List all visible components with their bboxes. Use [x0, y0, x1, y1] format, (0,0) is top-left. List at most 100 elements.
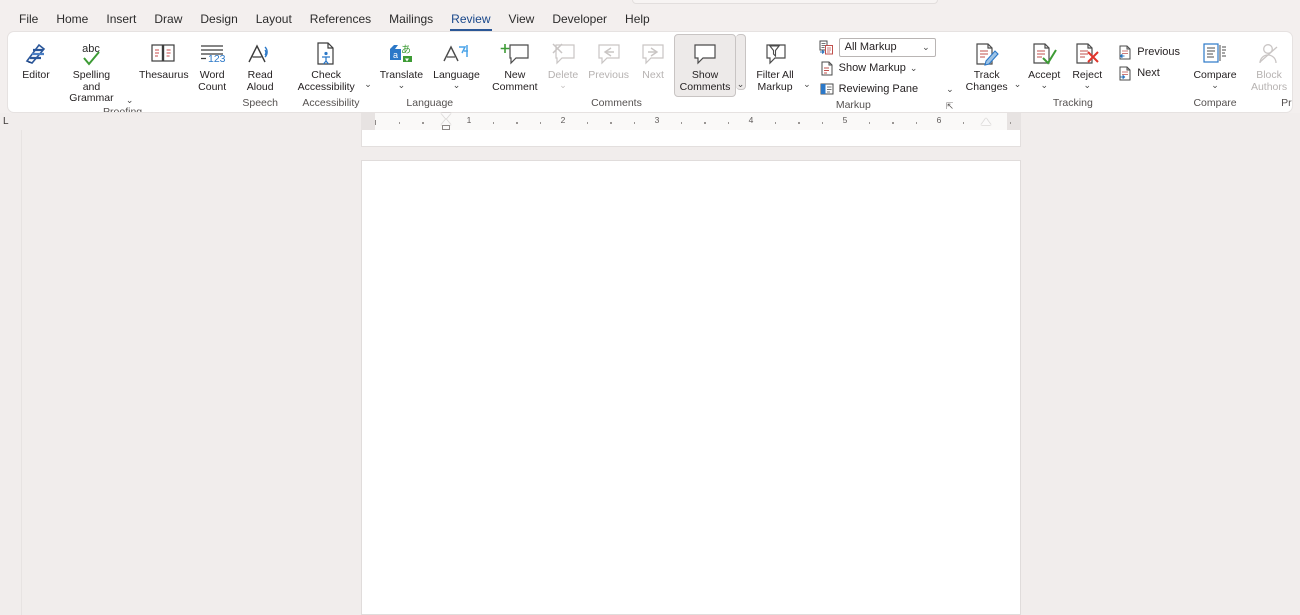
compare-button[interactable]: Compare ⌄	[1187, 36, 1243, 91]
show-comments-label: Show Comments	[679, 69, 731, 93]
ribbon-tab-bar: File Home Insert Draw Design Layout Refe…	[0, 8, 1300, 32]
chevron-down-icon[interactable]: ⌄	[922, 42, 935, 53]
document-canvas	[0, 130, 1300, 615]
ruler-tick	[586, 122, 588, 124]
word-count-icon: 123	[198, 39, 226, 69]
group-label-accessibility: Accessibility	[302, 97, 360, 109]
book-icon	[150, 39, 177, 69]
ruler-tick	[492, 122, 494, 124]
new-comment-button[interactable]: New Comment	[487, 36, 543, 94]
ruler-number: 1	[466, 115, 472, 125]
tab-review[interactable]: Review	[442, 10, 499, 31]
spelling-and-grammar-label: Spelling and Grammar	[69, 69, 114, 104]
tab-insert[interactable]: Insert	[97, 10, 145, 30]
reviewing-pane-button[interactable]: Reviewing Pane ⌄	[814, 79, 959, 99]
accept-button[interactable]: Accept ⌄	[1022, 36, 1066, 91]
thesaurus-button[interactable]: Thesaurus	[134, 36, 193, 83]
show-comments-caret[interactable]: ⌄	[736, 34, 747, 90]
document-page[interactable]	[361, 160, 1021, 615]
word-count-button[interactable]: 123 Word Count	[193, 36, 231, 94]
editor-label: Editor	[22, 69, 50, 81]
language-button[interactable]: Language ⌄	[428, 36, 485, 91]
language-caret[interactable]: ⌄	[453, 80, 461, 90]
ruler-tick	[375, 120, 376, 125]
track-changes-button[interactable]: Track Changes	[961, 36, 1013, 94]
ruler-tick	[774, 122, 776, 124]
next-change-icon	[1117, 65, 1133, 81]
tab-developer[interactable]: Developer	[543, 10, 616, 30]
show-markup-button[interactable]: Show Markup ⌄	[814, 58, 959, 78]
search-box-cutoff[interactable]	[632, 0, 938, 4]
language-icon	[442, 39, 470, 69]
tab-stop-selector[interactable]: L	[3, 116, 9, 127]
tab-draw[interactable]: Draw	[145, 10, 191, 30]
track-changes-label: Track Changes	[965, 69, 1008, 93]
show-comments-icon	[691, 39, 719, 69]
group-label-proofing: Proofing	[103, 105, 143, 113]
group-label-protect: Protect	[1281, 97, 1292, 109]
spelling-and-grammar-button[interactable]: abc Spelling and Grammar	[58, 36, 125, 106]
thesaurus-label: Thesaurus	[138, 69, 189, 81]
delete-comment-icon	[549, 39, 577, 69]
reject-button[interactable]: Reject ⌄	[1066, 36, 1108, 91]
block-authors-label: Block Authors	[1250, 69, 1288, 93]
track-changes-icon	[973, 39, 1001, 69]
horizontal-ruler[interactable]: 1 2 3 4 5 6	[361, 113, 1021, 130]
check-accessibility-caret[interactable]: ⌄	[363, 36, 373, 90]
filter-all-markup-caret[interactable]: ⌄	[802, 36, 812, 90]
reject-icon	[1073, 39, 1101, 69]
check-accessibility-label: Check Accessibility	[297, 69, 355, 93]
tab-references[interactable]: References	[301, 10, 380, 30]
show-markup-label: Show Markup	[838, 62, 906, 74]
window-chrome-strip	[0, 0, 1300, 8]
ribbon-group-protect: Block Authors ⌄ Restrict Editing Protect	[1244, 32, 1292, 112]
show-comments-button[interactable]: Show Comments	[674, 34, 737, 97]
display-for-review-combo[interactable]: All Markup ⌄	[838, 37, 936, 57]
previous-change-label: Previous	[1137, 46, 1181, 58]
ruler-left-margin-zone	[361, 113, 375, 130]
editor-pen-icon	[23, 39, 49, 69]
ruler-tick	[539, 122, 541, 124]
ruler-tick	[962, 122, 964, 124]
reviewing-pane-icon	[819, 81, 835, 97]
ruler-tick	[398, 122, 400, 124]
ruler-tick	[704, 122, 706, 124]
compare-icon	[1201, 39, 1229, 69]
block-authors-button: Block Authors	[1245, 36, 1292, 94]
translate-caret[interactable]: ⌄	[398, 80, 406, 90]
right-indent-marker[interactable]	[981, 118, 991, 125]
reject-caret[interactable]: ⌄	[1083, 80, 1091, 90]
filter-all-markup-button[interactable]: Filter All Markup	[748, 36, 802, 94]
ruler-number: 4	[748, 115, 754, 125]
next-comment-label: Next	[642, 69, 664, 81]
next-comment-icon	[639, 39, 667, 69]
ruler-tick	[516, 122, 518, 124]
tab-mailings[interactable]: Mailings	[380, 10, 442, 30]
group-label-comments: Comments	[591, 97, 642, 109]
tab-view[interactable]: View	[500, 10, 544, 30]
compare-caret[interactable]: ⌄	[1211, 80, 1219, 90]
read-aloud-button[interactable]: Read Aloud	[233, 36, 287, 94]
next-change-button[interactable]: Next	[1112, 63, 1185, 83]
markup-dialog-launcher[interactable]: ⇱	[945, 101, 955, 111]
tab-file[interactable]: File	[10, 10, 47, 30]
check-accessibility-button[interactable]: Check Accessibility	[289, 36, 363, 94]
previous-change-button[interactable]: Previous	[1112, 42, 1185, 62]
accept-caret[interactable]: ⌄	[1040, 80, 1048, 90]
check-accessibility-icon	[313, 39, 339, 69]
editor-button[interactable]: Editor	[14, 36, 58, 83]
translate-button[interactable]: a あ Translate ⌄	[375, 36, 428, 91]
spelling-and-grammar-caret[interactable]: ⌄	[125, 36, 134, 106]
group-label-compare: Compare	[1193, 97, 1237, 109]
tab-home[interactable]: Home	[47, 10, 97, 30]
reviewing-pane-caret[interactable]: ⌄	[946, 84, 954, 95]
ribbon-group-accessibility: Check Accessibility ⌄ Accessibility	[288, 32, 374, 112]
track-changes-caret[interactable]: ⌄	[1013, 36, 1023, 90]
delete-comment-button: Delete ⌄	[543, 36, 583, 91]
ribbon-review: Editor abc Spelling and Grammar ⌄ Thesau…	[7, 31, 1293, 113]
tab-help[interactable]: Help	[616, 10, 659, 30]
tab-layout[interactable]: Layout	[247, 10, 301, 30]
show-markup-caret[interactable]: ⌄	[910, 63, 918, 74]
tab-design[interactable]: Design	[191, 10, 246, 30]
reviewing-pane-label: Reviewing Pane	[838, 83, 919, 95]
